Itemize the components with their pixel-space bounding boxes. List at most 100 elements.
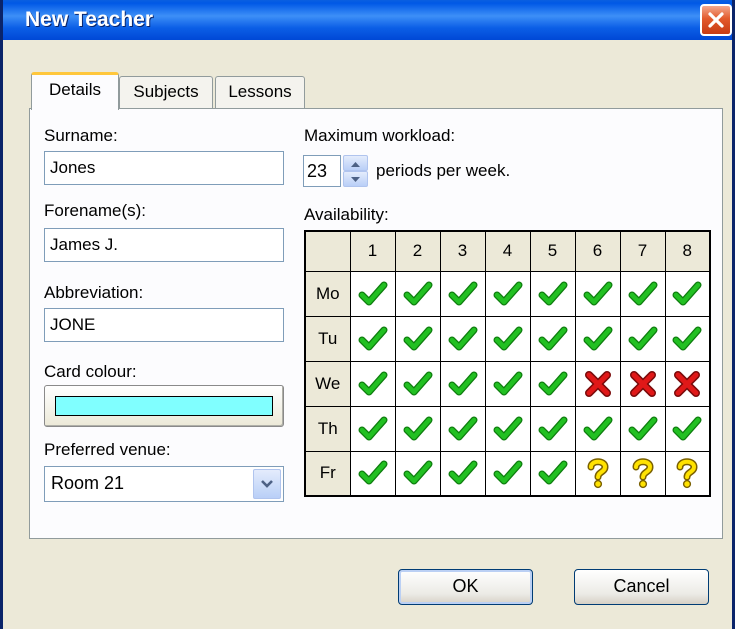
availability-cell[interactable] [439, 450, 486, 497]
availability-row: We [304, 360, 711, 407]
check-icon [493, 326, 522, 350]
preferred-venue-label: Preferred venue: [44, 440, 171, 459]
day-header: Mo [304, 270, 351, 317]
check-icon [493, 416, 522, 440]
availability-cell[interactable] [664, 315, 711, 362]
period-header: 6 [574, 230, 621, 272]
forename-label: Forename(s): [44, 201, 147, 220]
check-icon [448, 281, 477, 305]
availability-cell[interactable] [349, 405, 396, 452]
availability-row: Mo [304, 270, 711, 317]
check-icon [403, 460, 432, 485]
availability-cell[interactable] [529, 450, 576, 497]
ok-button[interactable]: OK [398, 569, 533, 605]
check-icon [538, 460, 567, 485]
check-icon [448, 371, 477, 395]
forename-field[interactable]: James J. [44, 228, 284, 262]
availability-cell[interactable] [394, 270, 441, 317]
check-icon [538, 371, 567, 395]
check-icon [403, 371, 432, 395]
availability-cell[interactable] [574, 315, 621, 362]
check-icon [403, 281, 432, 305]
surname-field[interactable]: Jones [44, 151, 284, 185]
availability-cell[interactable] [484, 360, 531, 407]
availability-cell[interactable] [349, 315, 396, 362]
abbreviation-label: Abbreviation: [44, 283, 144, 302]
availability-cell[interactable] [664, 270, 711, 317]
check-icon [538, 281, 567, 305]
period-header: 5 [529, 230, 576, 272]
spin-down-button[interactable] [343, 171, 368, 187]
availability-cell[interactable] [664, 450, 711, 497]
check-icon [493, 281, 522, 305]
availability-cell[interactable] [619, 270, 666, 317]
availability-label: Availability: [304, 205, 389, 224]
day-header: Fr [304, 450, 351, 497]
availability-cell[interactable] [394, 315, 441, 362]
availability-cell[interactable] [574, 450, 621, 497]
availability-cell[interactable] [619, 405, 666, 452]
availability-cell[interactable] [439, 270, 486, 317]
period-header: 4 [484, 230, 531, 272]
availability-cell[interactable] [619, 360, 666, 407]
availability-row: Fr [304, 450, 711, 497]
availability-cell[interactable] [439, 315, 486, 362]
check-icon [448, 460, 477, 485]
availability-cell[interactable] [574, 405, 621, 452]
availability-cell[interactable] [439, 405, 486, 452]
check-icon [672, 416, 702, 440]
availability-cell[interactable] [619, 315, 666, 362]
availability-cell[interactable] [529, 315, 576, 362]
availability-cell[interactable] [484, 450, 531, 497]
question-icon [676, 458, 698, 489]
availability-cell[interactable] [574, 360, 621, 407]
availability-cell[interactable] [484, 405, 531, 452]
availability-cell[interactable] [394, 360, 441, 407]
workload-unit-text: periods per week. [376, 161, 511, 180]
availability-cell[interactable] [349, 450, 396, 497]
availability-cell[interactable] [529, 360, 576, 407]
arrow-up-icon [351, 162, 360, 167]
check-icon [358, 371, 387, 395]
grid-corner [304, 230, 351, 272]
availability-cell[interactable] [529, 270, 576, 317]
workload-spinner[interactable] [343, 155, 368, 187]
preferred-venue-select[interactable]: Room 21 [44, 466, 284, 502]
availability-cell[interactable] [394, 450, 441, 497]
max-workload-label: Maximum workload: [304, 126, 456, 145]
period-header: 3 [439, 230, 486, 272]
question-icon [632, 458, 654, 489]
abbreviation-field[interactable]: JONE [44, 308, 284, 342]
availability-cell[interactable] [664, 405, 711, 452]
cross-icon [674, 370, 701, 397]
check-icon [358, 460, 387, 485]
availability-cell[interactable] [484, 270, 531, 317]
availability-cell[interactable] [574, 270, 621, 317]
cancel-button[interactable]: Cancel [574, 569, 709, 605]
card-colour-button[interactable] [44, 385, 284, 427]
check-icon [538, 326, 567, 350]
check-icon [672, 281, 702, 305]
availability-cell[interactable] [529, 405, 576, 452]
day-header: Tu [304, 315, 351, 362]
surname-label: Surname: [44, 126, 118, 145]
check-icon [403, 326, 432, 350]
availability-cell[interactable] [484, 315, 531, 362]
availability-cell[interactable] [619, 450, 666, 497]
availability-cell[interactable] [349, 360, 396, 407]
chevron-down-icon [261, 480, 273, 488]
arrow-down-icon [351, 177, 360, 182]
check-icon [358, 281, 387, 305]
availability-cell[interactable] [439, 360, 486, 407]
max-workload-input[interactable]: 23 [303, 155, 341, 187]
availability-cell[interactable] [664, 360, 711, 407]
spin-up-button[interactable] [343, 155, 368, 171]
dropdown-button[interactable] [253, 469, 281, 499]
check-icon [583, 326, 612, 350]
check-icon [493, 371, 522, 395]
check-icon [448, 416, 477, 440]
availability-cell[interactable] [394, 405, 441, 452]
check-icon [672, 326, 702, 350]
availability-cell[interactable] [349, 270, 396, 317]
check-icon [448, 326, 477, 350]
